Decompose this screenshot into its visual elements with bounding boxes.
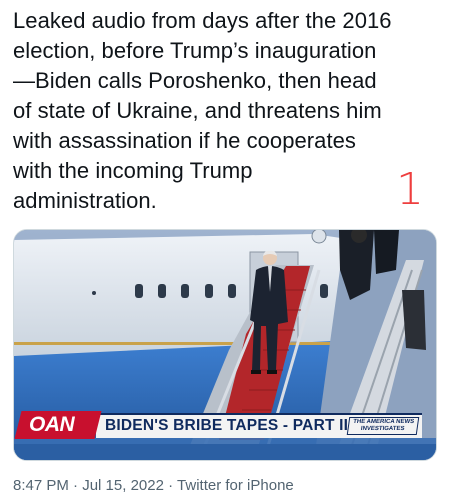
meta-separator: · [73, 477, 79, 494]
tweet-video[interactable]: BIDEN'S BRIBE TAPES - PART II THE AMERIC… [13, 229, 437, 461]
show-logo-line: INVESTIGATES [360, 426, 405, 432]
annotation-number: 1 [396, 164, 424, 215]
tweet-meta: 8:47 PM · Jul 15, 2022 · Twitter for iPh… [13, 476, 294, 496]
tweet-text-line: of state of Ukraine, and threatens him [13, 98, 382, 123]
news-lower-third: BIDEN'S BRIBE TAPES - PART II THE AMERIC… [14, 411, 436, 439]
tweet-text-line: election, before Trump’s inauguration [13, 38, 377, 63]
show-logo: THE AMERICA NEWS INVESTIGATES [346, 417, 420, 435]
tweet-text: Leaked audio from days after the 2016 el… [13, 6, 438, 216]
chyron-bar: BIDEN'S BRIBE TAPES - PART II THE AMERIC… [96, 413, 422, 438]
oan-logo-text: OAN [29, 413, 75, 436]
tweet-text-line: administration. [13, 188, 157, 213]
tweet-source: Twitter for iPhone [177, 477, 294, 494]
tweet: Leaked audio from days after the 2016 el… [0, 0, 451, 500]
tweet-text-line: —Biden calls Poroshenko, then head [13, 68, 377, 93]
chyron-text: BIDEN'S BRIBE TAPES - PART II [105, 417, 349, 434]
tweet-text-line: with assassination if he cooperates [13, 128, 356, 153]
tweet-time[interactable]: 8:47 PM [13, 477, 69, 494]
show-logo-line: THE AMERICA NEWS [352, 419, 415, 425]
meta-separator: · [168, 477, 174, 494]
tweet-text-line: with the incoming Trump [13, 158, 253, 183]
tweet-text-line: Leaked audio from days after the 2016 [13, 8, 392, 33]
tweet-date[interactable]: Jul 15, 2022 [82, 477, 164, 494]
